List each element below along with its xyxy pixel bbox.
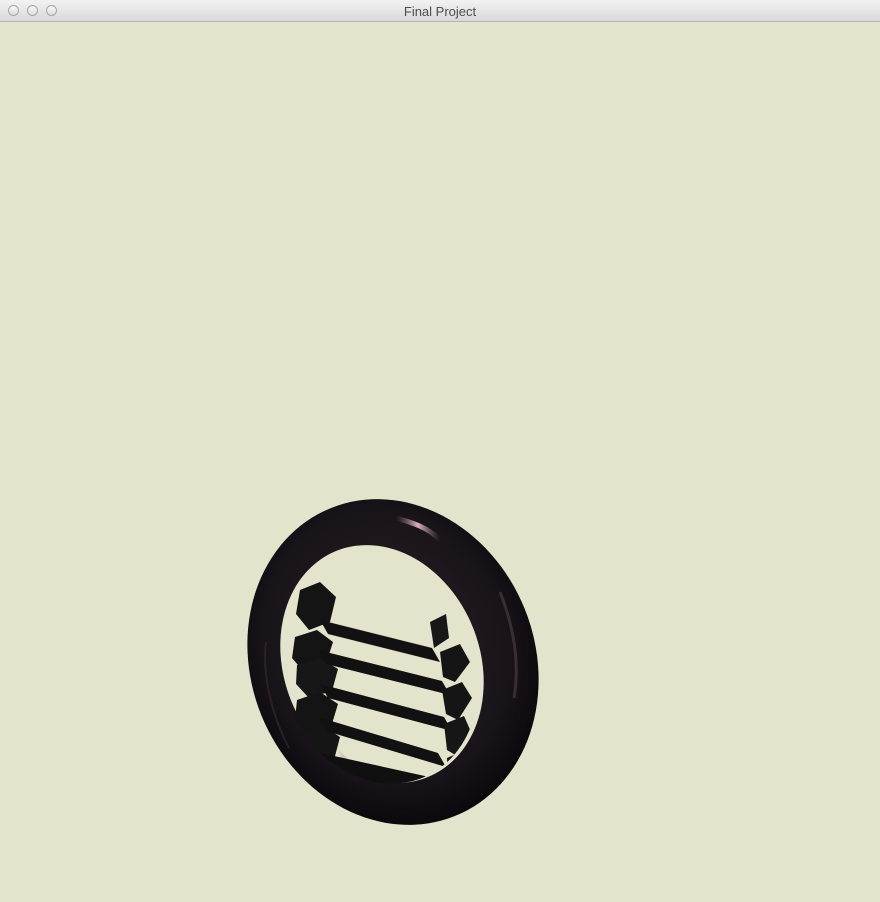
torus-ring xyxy=(247,499,539,825)
app-window: Final Project xyxy=(0,0,880,902)
title-bar[interactable]: Final Project xyxy=(0,0,880,22)
opengl-canvas[interactable] xyxy=(0,22,880,902)
window-title: Final Project xyxy=(403,4,477,19)
scene-svg xyxy=(247,499,539,825)
